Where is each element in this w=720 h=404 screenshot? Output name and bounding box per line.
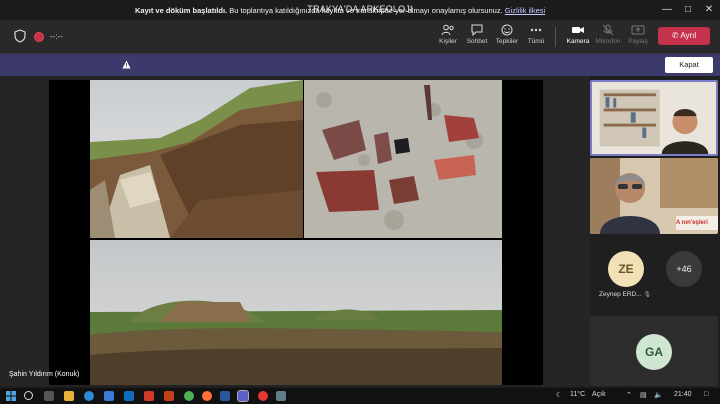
close-icon[interactable]: ✕ bbox=[702, 3, 716, 17]
participant-name-ze: Zeynep ERD... 🎙 bbox=[599, 291, 651, 298]
more-label: Tümü bbox=[527, 38, 545, 45]
more-icon bbox=[530, 28, 542, 32]
windows-start-icon[interactable] bbox=[6, 391, 16, 401]
chat-button[interactable]: Sohbet bbox=[460, 24, 494, 45]
camera-icon bbox=[572, 27, 584, 33]
camera-button[interactable]: Kamera bbox=[561, 24, 595, 45]
share-icon bbox=[631, 25, 645, 35]
chat-label: Sohbet bbox=[466, 38, 488, 45]
store-icon[interactable] bbox=[104, 391, 114, 401]
network-icon[interactable]: ▤ bbox=[640, 391, 647, 399]
microphone-button[interactable]: Mikrofon bbox=[591, 24, 625, 45]
chat-icon bbox=[471, 24, 483, 36]
word-icon[interactable] bbox=[220, 391, 230, 401]
more-button[interactable]: Tümü bbox=[519, 24, 553, 45]
banner-message: Bu toplantıya katıldığınızda kayıtta ve … bbox=[229, 6, 503, 15]
weather-desc: Açık bbox=[592, 391, 606, 398]
leave-label: Ayrıl bbox=[680, 31, 697, 40]
participant-video-1[interactable] bbox=[590, 80, 718, 156]
toolbar-divider bbox=[555, 27, 556, 47]
clock-time[interactable]: 21:40 bbox=[674, 391, 692, 398]
mic-muted-icon: 🎙 bbox=[643, 292, 652, 298]
file-explorer-icon[interactable] bbox=[64, 391, 74, 401]
firefox-icon[interactable] bbox=[202, 391, 212, 401]
meeting-timer: --:-- bbox=[50, 32, 63, 41]
participant-name-label: Zeynep ERD... bbox=[599, 291, 642, 298]
presenter-name: Şahin Yıldırım (Konuk) bbox=[9, 371, 80, 378]
camera-label: Kamera bbox=[566, 38, 590, 45]
leave-button[interactable]: ✆ Ayrıl bbox=[658, 27, 710, 45]
privacy-link[interactable]: Gizlilik ilkesi bbox=[505, 6, 545, 15]
banner-title: Kayıt ve döküm başlatıldı. bbox=[135, 6, 228, 15]
notifications-icon[interactable]: □ bbox=[704, 391, 708, 398]
minimize-icon[interactable]: — bbox=[660, 3, 674, 17]
maximize-icon[interactable]: □ bbox=[681, 3, 695, 17]
banner-close-button[interactable]: Kapat bbox=[665, 57, 713, 73]
microphone-label: Mikrofon bbox=[595, 38, 621, 45]
weather-icon: ☾ bbox=[556, 392, 563, 399]
search-icon[interactable] bbox=[24, 391, 33, 400]
teams-icon[interactable] bbox=[237, 390, 249, 402]
pottery-shards-photo bbox=[304, 80, 502, 238]
recording-icon bbox=[34, 32, 44, 42]
edge-icon[interactable] bbox=[84, 391, 94, 401]
excavation-trench-photo bbox=[90, 80, 303, 238]
participant-avatar-ga: GA bbox=[636, 334, 672, 370]
volume-icon[interactable]: 🔈 bbox=[654, 391, 663, 399]
windows-taskbar: ☾ 11°C Açık ⌃ ▤ 🔈 21:40 □ bbox=[0, 388, 720, 404]
app-icon[interactable] bbox=[258, 391, 268, 401]
mail-icon[interactable] bbox=[124, 391, 134, 401]
shield-icon bbox=[14, 29, 26, 43]
task-view-icon[interactable] bbox=[44, 391, 54, 401]
tray-chevron-icon[interactable]: ⌃ bbox=[626, 391, 632, 399]
phone-icon: ✆ bbox=[671, 31, 679, 40]
recording-banner bbox=[0, 54, 720, 76]
banner-text: Kayıt ve döküm başlatıldı. Bu toplantıya… bbox=[135, 6, 545, 15]
chrome-icon[interactable] bbox=[184, 391, 194, 401]
share-label: Paylaş bbox=[628, 38, 648, 45]
warning-icon bbox=[122, 60, 131, 69]
meeting-toolbar: --:-- Kişiler Sohbet Tepkiler Tümü Kamer… bbox=[0, 20, 720, 54]
share-button[interactable]: Paylaş bbox=[621, 24, 655, 45]
microphone-icon bbox=[602, 24, 614, 36]
weather-temp: 11°C bbox=[570, 391, 586, 398]
more-participants-button[interactable]: +46 bbox=[666, 251, 702, 287]
participant-avatar-ze[interactable]: ZE bbox=[608, 251, 644, 287]
video2-caption: A nın'eşleri bbox=[676, 220, 708, 226]
tumulus-landscape-photo bbox=[90, 240, 502, 385]
app-icon-2[interactable] bbox=[276, 391, 286, 401]
people-icon bbox=[441, 24, 454, 36]
acrobat-icon[interactable] bbox=[144, 391, 154, 401]
powerpoint-icon[interactable] bbox=[164, 391, 174, 401]
reactions-icon bbox=[501, 24, 513, 36]
